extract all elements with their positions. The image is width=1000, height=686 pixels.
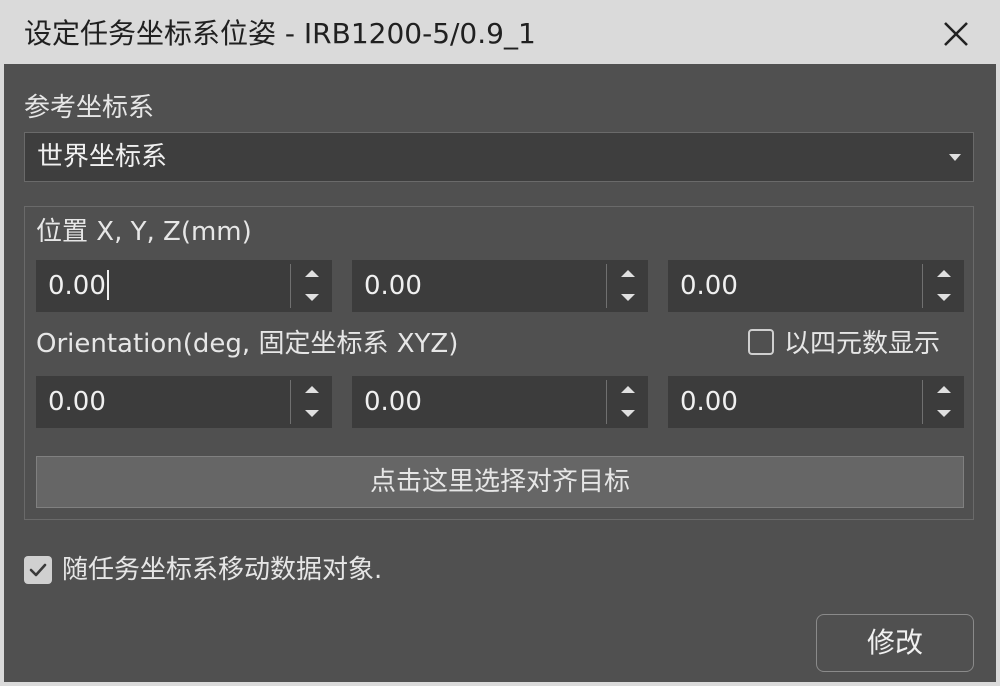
close-icon [944,22,968,46]
follow-task-frame-checkbox[interactable] [24,556,52,584]
spin-separator [290,380,291,424]
spin-separator [606,380,607,424]
orientation-ry-spinbox[interactable]: 0.00 [352,376,648,428]
spin-separator [922,264,923,308]
position-z-decrement[interactable] [924,286,964,312]
arrow-up-icon [937,386,951,393]
orientation-label: Orientation(deg, 固定坐标系 XYZ) [36,329,459,359]
dialog-window: 设定任务坐标系位姿 - IRB1200-5/0.9_1 参考坐标系 世界坐标系 … [4,4,996,682]
spin-separator [606,264,607,308]
position-y-spinbox[interactable]: 0.00 [352,260,648,312]
modify-button[interactable]: 修改 [816,614,974,672]
arrow-up-icon [305,386,319,393]
arrow-down-icon [621,410,635,417]
orientation-rz-value: 0.00 [680,387,738,417]
position-z-increment[interactable] [924,260,964,286]
position-label: 位置 X, Y, Z(mm) [36,217,252,247]
arrow-up-icon [621,270,635,277]
arrow-down-icon [305,294,319,301]
arrow-up-icon [621,386,635,393]
title-bar: 设定任务坐标系位姿 - IRB1200-5/0.9_1 [4,4,996,64]
orientation-rz-spinbox[interactable]: 0.00 [668,376,964,428]
orientation-rx-spinbox[interactable]: 0.00 [36,376,332,428]
position-z-spinbox[interactable]: 0.00 [668,260,964,312]
arrow-down-icon [305,410,319,417]
dialog-body: 参考坐标系 世界坐标系 位置 X, Y, Z(mm) 0.00 0.00 0.0… [4,64,996,682]
arrow-down-icon [621,294,635,301]
orientation-rz-decrement[interactable] [924,402,964,428]
position-z-value: 0.00 [680,271,738,301]
orientation-ry-value: 0.00 [364,387,422,417]
reference-frame-value: 世界坐标系 [37,142,168,172]
arrow-down-icon [937,294,951,301]
select-align-target-button[interactable]: 点击这里选择对齐目标 [36,456,964,508]
arrow-up-icon [305,270,319,277]
close-button[interactable] [940,18,972,50]
position-y-increment[interactable] [608,260,648,286]
spin-separator [290,264,291,308]
modify-button-label: 修改 [866,626,923,659]
position-x-spinbox[interactable]: 0.00 [36,260,332,312]
chevron-down-icon [949,154,961,161]
orientation-rx-decrement[interactable] [292,402,332,428]
quaternion-label[interactable]: 以四元数显示 [784,326,940,362]
orientation-rz-increment[interactable] [924,376,964,402]
quaternion-checkbox[interactable] [748,329,774,355]
text-caret [106,269,109,300]
position-y-decrement[interactable] [608,286,648,312]
orientation-ry-increment[interactable] [608,376,648,402]
window-title: 设定任务坐标系位姿 - IRB1200-5/0.9_1 [24,17,536,50]
follow-task-frame-label[interactable]: 随任务坐标系移动数据对象. [62,552,382,588]
arrow-down-icon [937,410,951,417]
reference-frame-label: 参考坐标系 [24,93,155,123]
align-button-label: 点击这里选择对齐目标 [369,467,630,497]
position-x-value: 0.00 [48,268,109,304]
position-y-value: 0.00 [364,271,422,301]
checkmark-icon [29,563,47,577]
orientation-rx-value: 0.00 [48,387,106,417]
position-x-decrement[interactable] [292,286,332,312]
position-x-increment[interactable] [292,260,332,286]
reference-frame-dropdown[interactable]: 世界坐标系 [24,132,974,182]
orientation-rx-increment[interactable] [292,376,332,402]
orientation-ry-decrement[interactable] [608,402,648,428]
spin-separator [922,380,923,424]
arrow-up-icon [937,270,951,277]
